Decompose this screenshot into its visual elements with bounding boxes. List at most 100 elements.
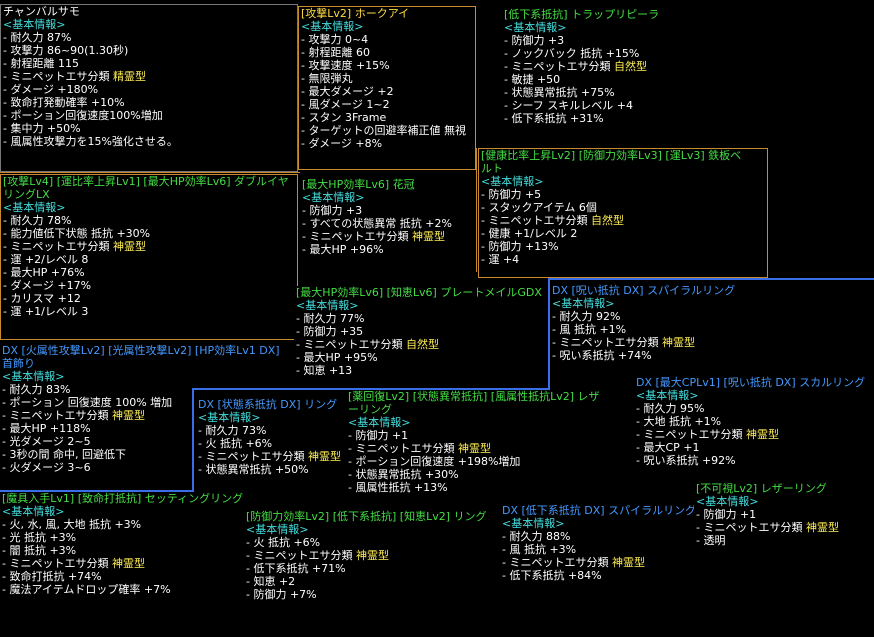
stat-text: - ミニペットエサ分類 xyxy=(3,70,113,83)
stat-text: - 攻撃力 86~90(1.30秒) xyxy=(3,44,129,57)
stat-line: - 耐久力 88% xyxy=(502,530,694,543)
tooltip-hawkeye: [攻撃Lv2] ホークアイ <基本情報> - 攻撃力 0~4- 射程距離 60-… xyxy=(298,6,476,170)
stat-list: - 耐久力 88% - 風 抵抗 +3% - ミニペットエサ分類 神霊型 - 低下系抵… xyxy=(502,530,694,582)
stat-text: - 射程距離 60 xyxy=(301,46,370,59)
stat-text: - 火, 水, 風, 大地 抵抗 +3% xyxy=(2,518,142,531)
section-basic-info: <基本情報> xyxy=(2,370,65,383)
stat-highlight: 神霊型 xyxy=(355,549,389,562)
stat-text: - ターゲットの回避率補正値 無視 xyxy=(301,124,466,137)
stat-list: - 耐久力 73% - 火 抵抗 +6% - ミニペットエサ分類 神霊型 - 状態異常… xyxy=(198,424,346,476)
tooltip-flower-crown: [最大HP効率Lv6] 花冠 <基本情報> - 防御力 +3- すべての状態異常… xyxy=(300,178,476,264)
stat-text: - ミニペットエサ分類 xyxy=(2,409,112,422)
section-basic-info: <基本情報> xyxy=(198,411,261,424)
stat-text: - ミニペットエサ分類 xyxy=(198,450,308,463)
stat-line: - 致命打発動確率 +10% xyxy=(3,96,295,109)
tooltip-ring-defense: [防御力効率Lv2] [低下系抵抗] [知恵Lv2] リング <基本情報> - … xyxy=(244,510,500,618)
stat-line: - 耐久力 73% xyxy=(198,424,346,437)
stat-highlight: 自然型 xyxy=(590,214,624,227)
stat-line: - 風属性抵抗 +13% xyxy=(348,481,604,494)
stat-text: - 状態異常抵抗 +75% xyxy=(504,86,615,99)
stat-list: - 防御力 +1- ミニペットエサ分類 神霊型 - 透明 xyxy=(696,508,872,547)
stat-line: - 運 +4 xyxy=(481,253,765,266)
stat-line: - ミニペットエサ分類 神霊型 xyxy=(302,230,474,243)
stat-list: - 耐久力 95% - 大地 抵抗 +1% - ミニペットエサ分類 神霊型 - 最大C… xyxy=(636,402,872,467)
stat-text: - ミニペットエサ分類 xyxy=(296,338,406,351)
stat-line: - 敏捷 +50 xyxy=(504,73,700,86)
stat-text: - 最大HP +96% xyxy=(302,243,384,256)
stat-line: - ポーション回復速度100%増加 xyxy=(3,109,295,122)
stat-text: - 低下系抵抗 +31% xyxy=(504,112,604,125)
stat-line: - 射程距離 60 xyxy=(301,46,473,59)
item-title: [低下系抵抗] トラップリピーラ xyxy=(504,8,660,21)
stat-text: - 運 +4 xyxy=(481,253,520,266)
item-title: DX [最大CPLv1] [呪い抵抗 DX] スカルリング xyxy=(636,376,866,389)
stat-highlight: 神霊型 xyxy=(457,442,491,455)
stat-text: - 敏捷 +50 xyxy=(504,73,561,86)
stat-line: - 知恵 +2 xyxy=(246,575,498,588)
stat-line: - 低下系抵抗 +31% xyxy=(504,112,700,125)
stat-line: - 風属性攻撃力を15%強化させる。 xyxy=(3,135,295,148)
item-title: DX [低下系抵抗 DX] スパイラルリング xyxy=(502,504,697,517)
stat-text: - 風ダメージ 1~2 xyxy=(301,98,390,111)
stat-text: - ミニペットエサ分類 xyxy=(3,240,113,253)
stat-highlight: 精霊型 xyxy=(112,70,146,83)
stat-line: - ノックバック 抵抗 +15% xyxy=(504,47,700,60)
stat-line: - 防御力 +3 xyxy=(302,204,474,217)
stat-text: - 耐久力 73% xyxy=(198,424,267,437)
stat-line: - 防御力 +7% xyxy=(246,588,498,601)
item-title: チャンバルサモ xyxy=(3,5,80,18)
stat-highlight: 神霊型 xyxy=(307,450,341,463)
stat-text: - 攻撃速度 +15% xyxy=(301,59,390,72)
section-basic-info: <基本情報> xyxy=(3,201,66,214)
stat-text: - 呪い系抵抗 +92% xyxy=(636,454,736,467)
stat-line: - 無限弾丸 xyxy=(301,72,473,85)
stat-list: - 火 抵抗 +6% - ミニペットエサ分類 神霊型 - 低下系抵抗 +71% - 知… xyxy=(246,536,498,601)
stat-list: - 耐久力 92% - 風 抵抗 +1% - ミニペットエサ分類 神霊型 - 呪い系抵… xyxy=(552,310,778,362)
stat-list: - 防御力 +5- スタックアイテム 6個 - ミニペットエサ分類 自然型 - 健康… xyxy=(481,188,765,266)
stat-text: - 3秒の間 命中, 回避低下 xyxy=(2,448,126,461)
stat-text: - 火ダメージ 3~6 xyxy=(2,461,91,474)
stat-line: - 防御力 +13% xyxy=(481,240,765,253)
stat-line: - 致命打抵抗 +74% xyxy=(2,570,246,583)
stat-line: - 攻撃力 86~90(1.30秒) xyxy=(3,44,295,57)
stat-line: - 耐久力 77% xyxy=(296,312,548,325)
stat-text: - ミニペットエサ分類 xyxy=(696,521,806,534)
stat-text: - スタックアイテム 6個 xyxy=(481,201,597,214)
stat-text: - 防御力 +3 xyxy=(302,204,363,217)
stat-line: - すべての状態異常 抵抗 +2% xyxy=(302,217,474,230)
stat-list: - 火, 水, 風, 大地 抵抗 +3% - 光 抵抗 +3% - 闇 抵抗 +3%… xyxy=(2,518,246,596)
stat-highlight: 神霊型 xyxy=(411,230,445,243)
border-line xyxy=(192,388,550,390)
stat-text: - 致命打発動確率 +10% xyxy=(3,96,125,109)
stat-text: - 運 +2/レベル 8 xyxy=(3,253,89,266)
stat-list: - 耐久力 87% - 攻撃力 86~90(1.30秒) - 射程距離 115- ミ… xyxy=(3,31,295,148)
stat-text: - ミニペットエサ分類 xyxy=(2,557,112,570)
stat-line: - 状態異常抵抗 +30% xyxy=(348,468,604,481)
item-title: [防御力効率Lv2] [低下系抵抗] [知恵Lv2] リング xyxy=(246,510,487,523)
stat-list: - 耐久力 77% - 防御力 +35- ミニペットエサ分類 自然型 - 最大HP … xyxy=(296,312,548,377)
stat-line: - シーフ スキルレベル +4 xyxy=(504,99,700,112)
stat-line: - ターゲットの回避率補正値 無視 xyxy=(301,124,473,137)
stat-text: - ミニペットエサ分類 xyxy=(348,442,458,455)
stat-line: - 闇 抵抗 +3% xyxy=(2,544,246,557)
section-basic-info: <基本情報> xyxy=(481,175,544,188)
stat-line: - ミニペットエサ分類 神霊型 xyxy=(502,556,694,569)
stat-text: - 呪い系抵抗 +74% xyxy=(552,349,652,362)
stat-line: - 耐久力 95% xyxy=(636,402,872,415)
stat-text: - 耐久力 78% xyxy=(3,214,72,227)
stat-text: - 集中力 +50% xyxy=(3,122,81,135)
tooltip-ring-status: DX [状態系抵抗 DX] リング <基本情報> - 耐久力 73% - 火 抵抗… xyxy=(196,398,348,490)
stat-highlight: 神霊型 xyxy=(661,336,695,349)
stat-text: - 運 +1/レベル 3 xyxy=(3,305,89,318)
stat-highlight: 自然型 xyxy=(405,338,439,351)
tooltip-leather-ring: [薬回復Lv2] [状態異常抵抗] [風属性抵抗Lv2] レザーリング <基本情… xyxy=(346,390,606,508)
stat-list: - 防御力 +3- すべての状態異常 抵抗 +2% - ミニペットエサ分類 神霊型… xyxy=(302,204,474,256)
stat-highlight: 神霊型 xyxy=(111,409,145,422)
stat-line: - 火 抵抗 +6% xyxy=(198,437,346,450)
section-basic-info: <基本情報> xyxy=(296,299,359,312)
tooltip-spiral-ring-curse: DX [呪い抵抗 DX] スパイラルリング <基本情報> - 耐久力 92% - … xyxy=(550,284,780,374)
stat-list: - 耐久力 78% - 能力値低下状態 抵抗 +30% - ミニペットエサ分類 神霊… xyxy=(3,214,295,318)
section-basic-info: <基本情報> xyxy=(502,517,565,530)
stat-line: - ポーション回復速度 +198%増加 xyxy=(348,455,604,468)
tooltip-leather-ring-invisible: [不可視Lv2] レザーリング <基本情報> - 防御力 +1- ミニペットエサ… xyxy=(694,482,874,562)
